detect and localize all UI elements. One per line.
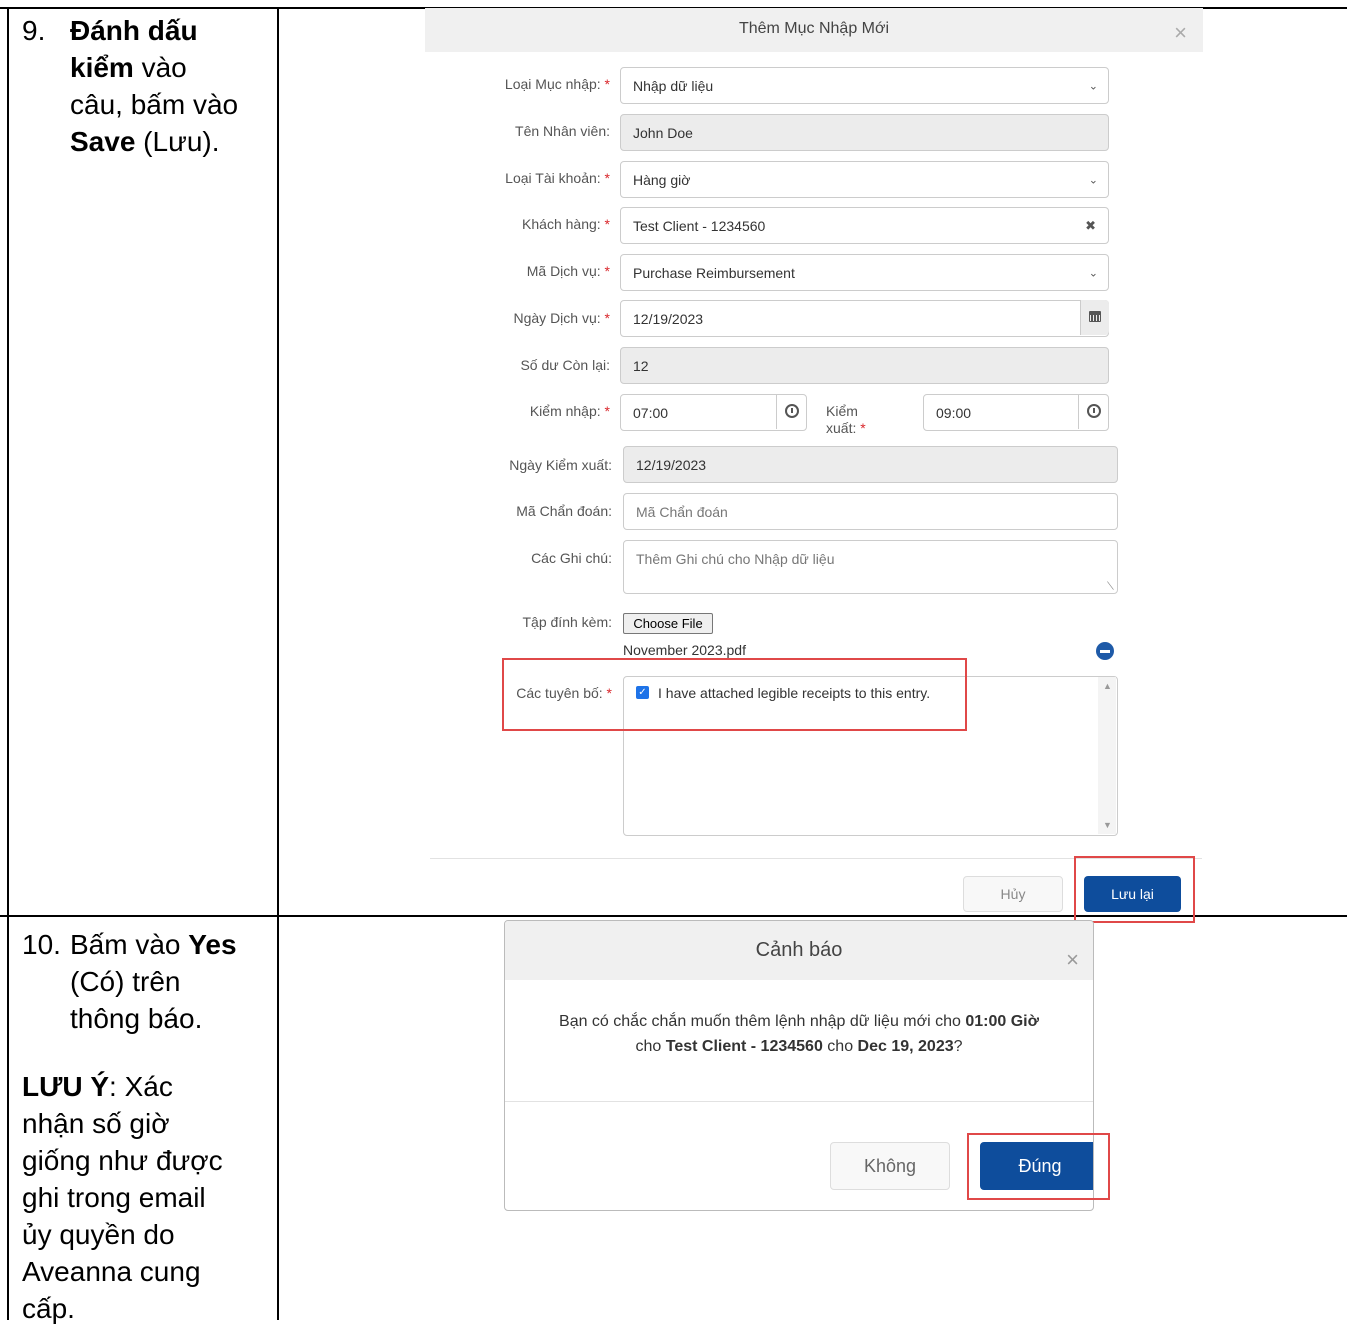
confirm-hours: 01:00 Giờ [965, 1013, 1039, 1030]
chevron-down-icon: ⌄ [1088, 174, 1098, 186]
step-number: 10. [22, 929, 61, 960]
note-part: : Xác [109, 1071, 173, 1102]
table-column-divider [277, 7, 279, 1320]
client-label: Khách hàng: * [522, 216, 610, 232]
client-select[interactable]: Test Client - 1234560 ✖ [620, 207, 1109, 244]
entry-type-value: Nhập dữ liệu [633, 77, 714, 94]
scroll-down-icon[interactable]: ▼ [1103, 820, 1112, 830]
service-code-label: Mã Dịch vụ: * [526, 263, 610, 279]
scroll-up-icon[interactable]: ▲ [1103, 681, 1112, 691]
calendar-icon[interactable] [1080, 300, 1109, 335]
confirm-message-part: ? [953, 1038, 963, 1055]
close-icon[interactable]: × [1174, 20, 1187, 46]
entry-type-select[interactable]: Nhập dữ liệu ⌄ [620, 67, 1109, 104]
clear-icon[interactable]: ✖ [1085, 218, 1096, 234]
attached-file-name: November 2023.pdf [623, 642, 746, 658]
notes-label: Các Ghi chú: [531, 550, 612, 566]
confirm-modal-title: Cảnh báo [755, 939, 843, 961]
check-out-value: 09:00 [936, 404, 972, 421]
checkout-date-field: 12/19/2023 [623, 446, 1118, 483]
note-line: Aveanna cung [22, 1256, 201, 1287]
chevron-down-icon: ⌄ [1088, 267, 1098, 279]
note-line: nhận số giờ [22, 1108, 170, 1139]
confirm-message-part: Bạn có chắc chắn muốn thêm lệnh nhập dữ … [559, 1013, 966, 1030]
choose-file-button[interactable]: Choose File [623, 613, 713, 634]
step-text-bold: kiểm [70, 52, 134, 83]
note-line: ghi trong email [22, 1182, 206, 1213]
account-type-select[interactable]: Hàng giờ ⌄ [620, 161, 1109, 198]
attachment-label: Tập đính kèm: [522, 614, 613, 630]
entry-type-label: Loại Mục nhập: * [504, 76, 610, 92]
highlight-box-save [1074, 856, 1195, 923]
employee-name-value: John Doe [633, 124, 693, 141]
confirm-modal-header: Cảnh báo × [505, 921, 1093, 980]
note-line: cấp. [22, 1293, 75, 1324]
confirm-message: Bạn có chắc chắn muốn thêm lệnh nhập dữ … [525, 1009, 1073, 1059]
note-label: LƯU Ý [22, 1071, 110, 1102]
confirm-date: Dec 19, 2023 [857, 1038, 954, 1055]
declarations-scrollbar[interactable]: ▲ ▼ [1098, 677, 1116, 834]
step-text-part: (Lưu). [135, 126, 220, 157]
note-text: LƯU Ý: Xác nhận số giờ giống như được gh… [22, 1068, 262, 1327]
step-text-part: Bấm vào [70, 929, 189, 960]
diagnosis-code-placeholder: Mã Chẩn đoán [636, 503, 728, 520]
account-type-label: Loại Tài khoản: * [505, 170, 610, 186]
step-text: Bấm vào Yes (Có) trên thông báo. [70, 926, 285, 1037]
balance-field: 12 [620, 347, 1109, 384]
table-left-border [7, 7, 9, 1320]
service-code-value: Purchase Reimbursement [633, 264, 795, 281]
check-in-value: 07:00 [633, 404, 669, 421]
notes-textarea[interactable]: Thêm Ghi chú cho Nhập dữ liệu ⃥ [623, 540, 1118, 594]
confirm-message-part: cho [822, 1038, 858, 1055]
no-button[interactable]: Không [830, 1142, 950, 1190]
confirm-message-part: cho [635, 1038, 666, 1055]
step-text-bold: Yes [188, 929, 237, 960]
cancel-button[interactable]: Hủy [963, 876, 1063, 912]
client-value: Test Client - 1234560 [633, 217, 766, 234]
diagnosis-code-input[interactable]: Mã Chẩn đoán [623, 493, 1118, 530]
service-date-value: 12/19/2023 [633, 310, 704, 327]
step-text: Đánh dấu kiểm vào câu, bấm vào Save (Lưu… [70, 12, 285, 160]
check-out-label: Kiểm xuất: * [826, 403, 866, 436]
checkout-date-label: Ngày Kiểm xuất: [509, 457, 612, 473]
close-icon[interactable]: × [1066, 947, 1079, 973]
chevron-down-icon: ⌄ [1088, 80, 1098, 92]
note-line: giống như được [22, 1145, 223, 1176]
checkout-date-value: 12/19/2023 [636, 456, 707, 473]
confirm-modal-footer-divider [505, 1101, 1093, 1102]
entry-modal-header: Thêm Mục Nhập Mới × [425, 8, 1203, 52]
step-text-part: thông báo. [70, 1003, 203, 1034]
balance-value: 12 [633, 357, 649, 374]
step-text-bold: Đánh dấu [70, 15, 198, 46]
service-code-select[interactable]: Purchase Reimbursement ⌄ [620, 254, 1109, 291]
step-text-part: (Có) trên [70, 966, 181, 997]
account-type-value: Hàng giờ [633, 171, 691, 188]
confirm-client: Test Client - 1234560 [665, 1038, 823, 1055]
highlight-box-declaration [502, 658, 967, 731]
highlight-box-yes [967, 1133, 1110, 1200]
service-date-label: Ngày Dịch vụ: * [513, 310, 611, 326]
step-text-part: vào [133, 52, 187, 83]
diagnosis-code-label: Mã Chẩn đoán: [516, 503, 612, 519]
notes-placeholder: Thêm Ghi chú cho Nhập dữ liệu [636, 551, 835, 567]
service-date-input[interactable]: 12/19/2023 [620, 300, 1109, 337]
step-text-part: câu, bấm vào [70, 89, 239, 120]
balance-label: Số dư Còn lại: [520, 357, 610, 373]
step-text-bold: Save [70, 126, 136, 157]
entry-modal-title: Thêm Mục Nhập Mới [738, 20, 890, 37]
note-line: ủy quyền do [22, 1219, 175, 1250]
step-number: 9. [22, 15, 46, 46]
clock-icon[interactable] [1078, 394, 1109, 429]
employee-name-label: Tên Nhân viên: [515, 123, 610, 139]
remove-file-icon[interactable] [1096, 642, 1114, 660]
employee-name-field: John Doe [620, 114, 1109, 151]
clock-icon[interactable] [776, 394, 807, 429]
check-in-label: Kiểm nhập: * [529, 403, 610, 419]
